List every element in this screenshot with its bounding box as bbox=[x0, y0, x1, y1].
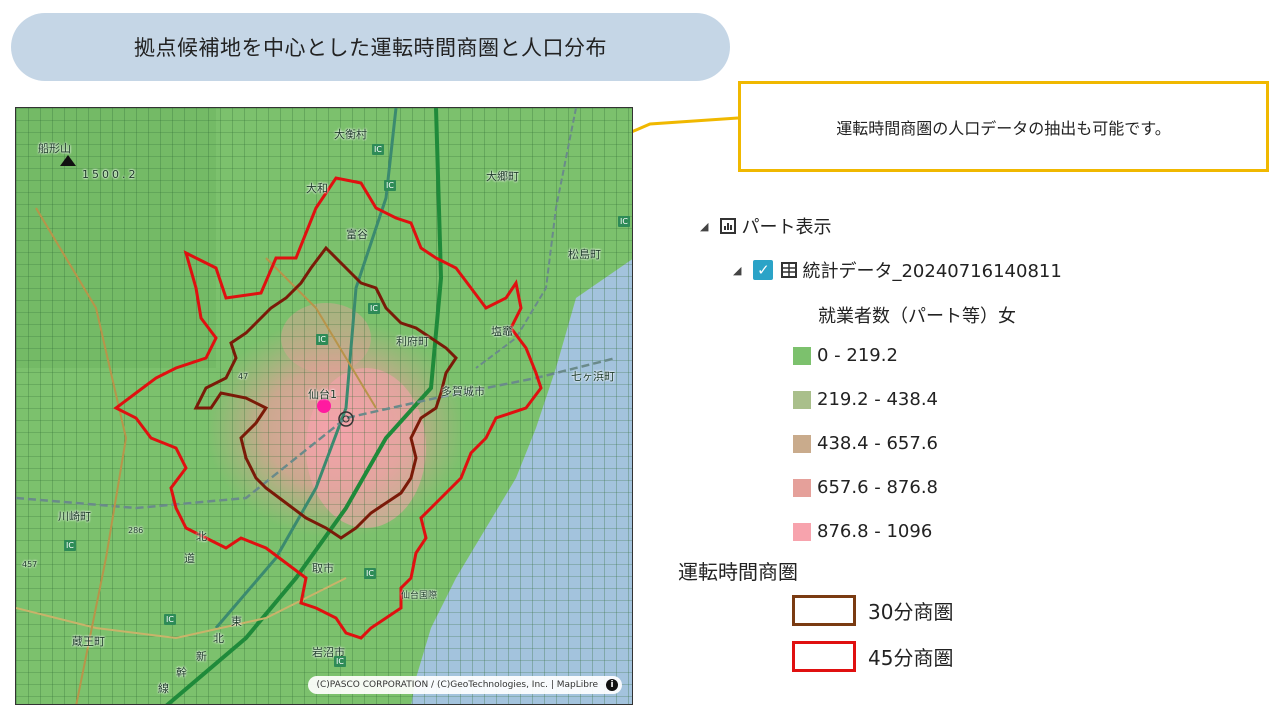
legend-item: 0 - 219.2 bbox=[793, 345, 898, 366]
map-label-zao: 蔵王町 bbox=[72, 635, 105, 648]
ic-marker: IC bbox=[334, 656, 346, 667]
legend-label: 657.6 - 876.8 bbox=[817, 477, 938, 498]
legend-item: 876.8 - 1096 bbox=[793, 521, 932, 542]
legend-swatch bbox=[793, 390, 811, 409]
map-label-elevation: 1500.2 bbox=[82, 168, 139, 181]
map-label-sen: 線 bbox=[158, 682, 169, 695]
page-title: 拠点候補地を中心とした運転時間商圏と人口分布 bbox=[11, 13, 730, 81]
trade-legend-item: 30分商圏 bbox=[792, 595, 953, 626]
map-label-kawasaki: 川崎町 bbox=[58, 510, 91, 523]
chart-icon bbox=[720, 218, 737, 234]
attribution-text: (C)PASCO CORPORATION / (C)GeoTechnologie… bbox=[316, 680, 598, 690]
callout-box: 運転時間商圏の人口データの抽出も可能です。 bbox=[738, 81, 1269, 172]
legend-item: 219.2 - 438.4 bbox=[793, 389, 938, 410]
ic-marker: IC bbox=[364, 568, 376, 579]
tree-node-dataset[interactable]: ◢ ✓ 統計データ_20240716140811 bbox=[733, 257, 1062, 283]
part-label: パート表示 bbox=[741, 217, 832, 238]
dataset-label: 統計データ_20240716140811 bbox=[802, 261, 1062, 282]
tree-node-part[interactable]: ◢ パート表示 bbox=[700, 213, 831, 239]
legend-item: 438.4 - 657.6 bbox=[793, 433, 938, 454]
trade-legend-label: 45分商圏 bbox=[868, 646, 954, 670]
legend-item: 657.6 - 876.8 bbox=[793, 477, 938, 498]
collapse-triangle-icon[interactable]: ◢ bbox=[733, 264, 741, 277]
legend-swatch bbox=[793, 434, 811, 453]
trade-legend-swatch bbox=[792, 595, 856, 626]
trade-area-title: 運転時間商圏 bbox=[678, 560, 798, 584]
trade-legend-item: 45分商圏 bbox=[792, 641, 953, 672]
map-label-matsushima: 松島町 bbox=[568, 248, 601, 261]
map-label-shiogama: 塩竈 bbox=[491, 325, 513, 338]
map-label-kan: 幹 bbox=[176, 666, 187, 679]
map-label-tagajo: 多賀城市 bbox=[441, 385, 485, 398]
legend-label: 0 - 219.2 bbox=[817, 345, 898, 366]
map-label-rifu: 利府町 bbox=[396, 335, 429, 348]
checkbox-checked-icon[interactable]: ✓ bbox=[753, 260, 774, 280]
map-canvas[interactable]: 船形山 1500.2 大衡村 大郷町 大和 富谷 松島町 利府町 塩竈 七ヶ浜町… bbox=[15, 107, 633, 705]
map-label-sendai: 仙台1 bbox=[308, 388, 337, 401]
trade-legend-swatch bbox=[792, 641, 856, 672]
map-graphics bbox=[16, 108, 632, 704]
map-attribution[interactable]: (C)PASCO CORPORATION / (C)GeoTechnologie… bbox=[308, 676, 622, 694]
ic-marker: IC bbox=[372, 144, 384, 155]
table-icon bbox=[781, 262, 798, 278]
ic-marker: IC bbox=[164, 614, 176, 625]
map-label-airport: 仙台国際 bbox=[401, 591, 438, 601]
map-label-taiwa-mura: 大衡村 bbox=[334, 128, 367, 141]
map-label-kita-2: 北 bbox=[213, 632, 224, 645]
map-label-higashi: 東 bbox=[231, 615, 242, 628]
map-label-kita-1: 北 bbox=[196, 530, 207, 543]
metric-label: 就業者数（パート等）女 bbox=[818, 306, 1016, 327]
collapse-triangle-icon[interactable]: ◢ bbox=[700, 220, 708, 233]
legend-swatch bbox=[793, 522, 811, 541]
ic-marker: IC bbox=[618, 216, 630, 227]
ic-marker: IC bbox=[368, 303, 380, 314]
route-shield-286: 286 bbox=[128, 526, 144, 535]
map-label-michi: 道 bbox=[184, 552, 195, 565]
legend-swatch bbox=[793, 346, 811, 365]
trade-legend-label: 30分商圏 bbox=[868, 600, 954, 624]
callout-text: 運転時間商圏の人口データの抽出も可能です。 bbox=[836, 118, 1171, 138]
map-label-shichigahama: 七ヶ浜町 bbox=[571, 370, 615, 383]
ic-marker: IC bbox=[64, 540, 76, 551]
legend-label: 876.8 - 1096 bbox=[817, 521, 933, 542]
map-label-shin: 新 bbox=[196, 650, 207, 663]
legend-swatch bbox=[793, 478, 811, 497]
map-label-daigo: 大郷町 bbox=[486, 170, 519, 183]
map-label-natori: 取市 bbox=[312, 562, 334, 575]
map-label-mountain: 船形山 bbox=[38, 142, 71, 155]
legend-label: 219.2 - 438.4 bbox=[817, 389, 938, 410]
map-label-taiwa: 大和 bbox=[306, 182, 328, 195]
route-shield-47: 47 bbox=[238, 372, 249, 381]
ic-marker: IC bbox=[384, 180, 396, 191]
info-icon[interactable]: i bbox=[606, 679, 618, 691]
ic-marker: IC bbox=[316, 334, 328, 345]
route-shield-457: 457 bbox=[22, 560, 38, 569]
map-label-tomiya: 富谷 bbox=[346, 228, 368, 241]
legend-label: 438.4 - 657.6 bbox=[817, 433, 938, 454]
